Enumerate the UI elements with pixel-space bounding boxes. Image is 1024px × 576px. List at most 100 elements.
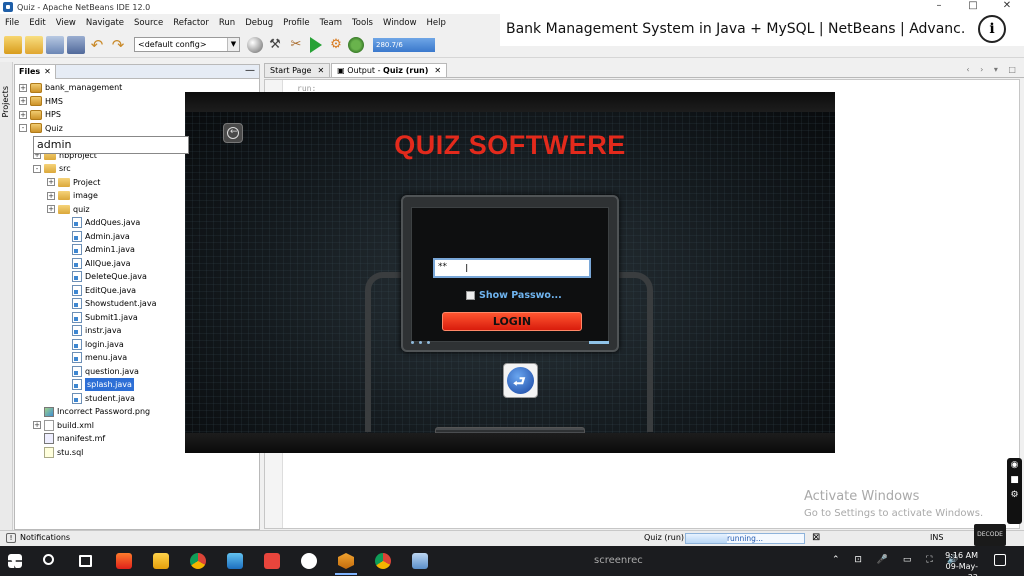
netbeans-taskbar-icon[interactable] xyxy=(338,553,354,569)
tree-node[interactable]: Showstudent.java xyxy=(61,297,156,310)
task-view-icon[interactable] xyxy=(79,555,92,567)
undo-icon[interactable]: ↶ xyxy=(88,36,106,54)
expand-icon[interactable]: + xyxy=(47,205,55,213)
debug-icon[interactable]: ⚙ xyxy=(327,36,345,54)
tree-node[interactable]: splash.java xyxy=(61,378,134,391)
tree-node[interactable]: + Project xyxy=(47,176,100,189)
menu-team[interactable]: Team xyxy=(315,16,347,30)
menu-profile[interactable]: Profile xyxy=(278,16,314,30)
tree-node[interactable]: + HPS xyxy=(19,108,61,121)
app-icon-4[interactable] xyxy=(301,553,317,569)
run-progress-bar[interactable]: running... xyxy=(685,533,805,544)
tab-start-page[interactable]: Start Page ✕ xyxy=(264,63,331,77)
collapse-icon[interactable]: - xyxy=(19,124,27,132)
menu-run[interactable]: Run xyxy=(214,16,240,30)
tree-node[interactable]: stu.sql xyxy=(33,446,83,459)
tree-node[interactable]: - src xyxy=(33,162,71,175)
expand-icon[interactable]: + xyxy=(33,421,41,429)
expand-icon[interactable]: + xyxy=(47,191,55,200)
windows-start-icon[interactable] xyxy=(8,554,22,568)
tree-node[interactable]: + image xyxy=(47,189,98,202)
menu-help[interactable]: Help xyxy=(422,16,451,30)
file-explorer-icon[interactable] xyxy=(153,553,169,569)
build-hammer-icon[interactable]: ⚒ xyxy=(266,36,284,54)
java-app-icon[interactable] xyxy=(412,553,428,569)
files-tab[interactable]: Files ✕ xyxy=(15,64,56,79)
run-icon[interactable] xyxy=(310,36,322,53)
video-title[interactable]: Bank Management System in Java + MySQL |… xyxy=(506,21,966,37)
username-field[interactable]: admin xyxy=(33,136,189,154)
chrome-icon[interactable] xyxy=(190,553,206,569)
tree-node[interactable]: + quiz xyxy=(47,203,90,216)
new-file-icon[interactable] xyxy=(25,35,43,54)
menu-window[interactable]: Window xyxy=(378,16,422,30)
close-icon[interactable]: ✕ xyxy=(434,66,441,75)
tree-node[interactable]: manifest.mf xyxy=(33,432,105,445)
clean-build-icon[interactable]: ✂ xyxy=(287,36,305,54)
projects-side-tab[interactable]: Projects xyxy=(1,86,10,118)
menu-navigate[interactable]: Navigate xyxy=(81,16,129,30)
expand-icon[interactable]: + xyxy=(19,110,27,119)
tree-node[interactable]: AddQues.java xyxy=(61,216,140,229)
collapse-icon[interactable]: - xyxy=(33,164,41,173)
show-password-checkbox[interactable] xyxy=(466,291,475,300)
search-icon[interactable] xyxy=(43,554,54,565)
editor-nav-controls[interactable]: ‹ › ▾ □ xyxy=(966,64,1020,76)
close-icon[interactable]: ✕ xyxy=(44,67,51,76)
info-icon[interactable]: i xyxy=(978,15,1006,43)
show-password-toggle[interactable]: Show Passwo... xyxy=(466,290,562,301)
tree-node[interactable]: - Quiz xyxy=(19,122,63,135)
tree-node[interactable]: DeleteQue.java xyxy=(61,270,147,283)
tree-node[interactable]: Submit1.java xyxy=(61,311,138,324)
tree-node[interactable]: student.java xyxy=(61,392,135,405)
tree-node[interactable]: menu.java xyxy=(61,351,127,364)
tree-node[interactable]: question.java xyxy=(61,365,139,378)
camera-icon[interactable]: ◉ xyxy=(1007,458,1022,473)
globe-icon[interactable] xyxy=(247,36,263,53)
tree-node[interactable]: login.java xyxy=(61,338,124,351)
login-button[interactable]: LOGIN xyxy=(442,312,582,331)
exit-button[interactable]: ⮐ xyxy=(503,363,538,398)
chrome-icon-2[interactable] xyxy=(375,553,391,569)
config-select[interactable]: <default config> ▼ xyxy=(134,37,240,52)
new-project-icon[interactable] xyxy=(4,35,22,54)
notifications-label[interactable]: Notifications xyxy=(20,533,70,542)
expand-icon[interactable]: + xyxy=(19,97,27,105)
clock[interactable]: 9:16 AM 09-May-22 xyxy=(938,550,978,576)
password-field[interactable]: ** I xyxy=(433,258,591,278)
menu-source[interactable]: Source xyxy=(129,16,168,30)
menu-view[interactable]: View xyxy=(51,16,81,30)
memory-indicator[interactable]: 280.7/6 xyxy=(373,37,435,52)
menu-refactor[interactable]: Refactor xyxy=(168,16,214,30)
minimize-panel-icon[interactable]: — xyxy=(245,65,255,77)
tree-node[interactable]: + build.xml xyxy=(33,419,94,432)
menu-tools[interactable]: Tools xyxy=(347,16,378,30)
settings-icon[interactable]: ⚙ xyxy=(1007,488,1022,503)
stop-task-icon[interactable]: ⊠ xyxy=(812,532,820,543)
menu-debug[interactable]: Debug xyxy=(240,16,278,30)
expand-icon[interactable]: + xyxy=(19,83,27,92)
app-icon-2[interactable] xyxy=(227,553,243,569)
close-icon[interactable]: ✕ xyxy=(317,66,324,75)
tree-node[interactable]: EditQue.java xyxy=(61,284,136,297)
action-center-icon[interactable] xyxy=(994,554,1006,566)
menu-file[interactable]: File xyxy=(0,16,24,30)
tree-node[interactable]: Incorrect Password.png xyxy=(33,405,150,418)
notifications-icon[interactable]: ! xyxy=(6,533,16,543)
tree-node[interactable]: + HMS xyxy=(19,95,63,108)
tree-node[interactable]: + bank_management xyxy=(19,81,122,94)
app-icon-3[interactable] xyxy=(264,553,280,569)
tree-node[interactable]: Admin.java xyxy=(61,230,130,243)
redo-icon[interactable]: ↷ xyxy=(109,36,127,54)
save-all-icon[interactable] xyxy=(67,35,85,54)
open-project-icon[interactable] xyxy=(46,35,64,54)
tree-node[interactable]: Admin1.java xyxy=(61,243,135,256)
tree-node[interactable]: instr.java xyxy=(61,324,121,337)
menu-edit[interactable]: Edit xyxy=(24,16,50,30)
tree-node[interactable]: AllQue.java xyxy=(61,257,131,270)
app-icon-1[interactable] xyxy=(116,553,132,569)
expand-icon[interactable]: + xyxy=(47,178,55,186)
tab-output-quiz-run[interactable]: ▣ Output - Quiz (run) ✕ xyxy=(331,63,448,77)
profile-icon[interactable] xyxy=(348,36,364,53)
record-icon[interactable]: ■ xyxy=(1007,473,1022,488)
